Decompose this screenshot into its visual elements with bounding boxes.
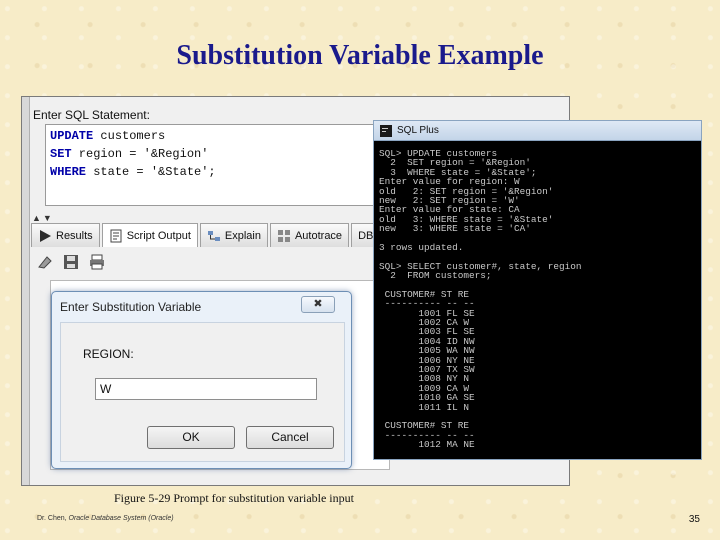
- region-label: REGION:: [83, 347, 134, 361]
- page-number: 35: [688, 514, 700, 525]
- output-tabs: Results Script Output Explain Autotrace …: [31, 223, 390, 247]
- console-line: 3 rows updated.: [379, 241, 464, 253]
- editor-line: WHERE state = '&State';: [50, 163, 380, 181]
- editor-line: UPDATE customers: [50, 127, 380, 145]
- print-icon[interactable]: [88, 253, 106, 271]
- tab-label: Script Output: [126, 229, 191, 242]
- footer-course: Oracle Database System (Oracle): [68, 515, 174, 522]
- sql-editor[interactable]: UPDATE customers SET region = '&Region' …: [45, 124, 385, 206]
- sqlplus-titlebar[interactable]: SQL Plus: [374, 121, 701, 141]
- tab-label: Explain: [224, 229, 261, 242]
- sqlplus-app-icon: [380, 124, 392, 137]
- dialog-title: Enter Substitution Variable: [60, 300, 202, 314]
- tab-results[interactable]: Results: [31, 223, 100, 247]
- cancel-button[interactable]: Cancel: [246, 426, 334, 449]
- splitter-arrows[interactable]: ▲▼: [32, 213, 54, 223]
- eraser-icon[interactable]: [36, 253, 54, 271]
- console-line: new 3: WHERE state = 'CA': [379, 223, 531, 235]
- sql-keyword: WHERE: [50, 165, 87, 179]
- explain-icon: [207, 230, 220, 241]
- sqlplus-title: SQL Plus: [397, 125, 439, 136]
- region-input[interactable]: [95, 378, 317, 400]
- close-icon: ✖: [313, 298, 323, 310]
- tab-script-output[interactable]: Script Output: [101, 223, 198, 247]
- console-output: SQL> UPDATE customers 2 SET region = '&R…: [379, 149, 699, 457]
- sql-text: state = '&State';: [86, 165, 216, 179]
- editor-line: SET region = '&Region': [50, 145, 380, 163]
- footer-credit: Dr. Chen, Oracle Database System (Oracle…: [37, 515, 174, 522]
- sqlplus-window: SQL Plus SQL> UPDATE customers 2 SET reg…: [373, 120, 702, 460]
- console-line: 2 FROM customers;: [379, 270, 492, 282]
- slide-title: Substitution Variable Example: [176, 40, 544, 71]
- tab-explain[interactable]: Explain: [199, 223, 268, 247]
- sql-text: customers: [93, 129, 166, 143]
- figure-caption: Figure 5-29 Prompt for substitution vari…: [114, 491, 354, 505]
- tab-label: Autotrace: [294, 229, 343, 242]
- tab-autotrace[interactable]: Autotrace: [269, 223, 350, 247]
- tab-label: Results: [56, 229, 93, 242]
- script-icon: [110, 229, 122, 242]
- console-line: 1011 IL N: [379, 401, 470, 413]
- console-line: 1012 MA NE: [379, 439, 475, 451]
- play-icon: [40, 229, 51, 242]
- substitution-variable-dialog: Enter Substitution Variable ✖ REGION: OK…: [51, 291, 352, 469]
- close-button[interactable]: ✖: [301, 296, 335, 313]
- save-icon[interactable]: [62, 253, 80, 271]
- sql-text: region = '&Region': [71, 147, 209, 161]
- sql-keyword: UPDATE: [50, 129, 94, 143]
- sql-keyword: SET: [50, 147, 72, 161]
- ok-button[interactable]: OK: [147, 426, 235, 449]
- window-frame: [22, 97, 30, 485]
- footer-author: Dr. Chen,: [37, 515, 69, 522]
- autotrace-icon: [277, 229, 290, 242]
- output-toolbar: [36, 253, 106, 271]
- editor-label: Enter SQL Statement:: [33, 108, 150, 122]
